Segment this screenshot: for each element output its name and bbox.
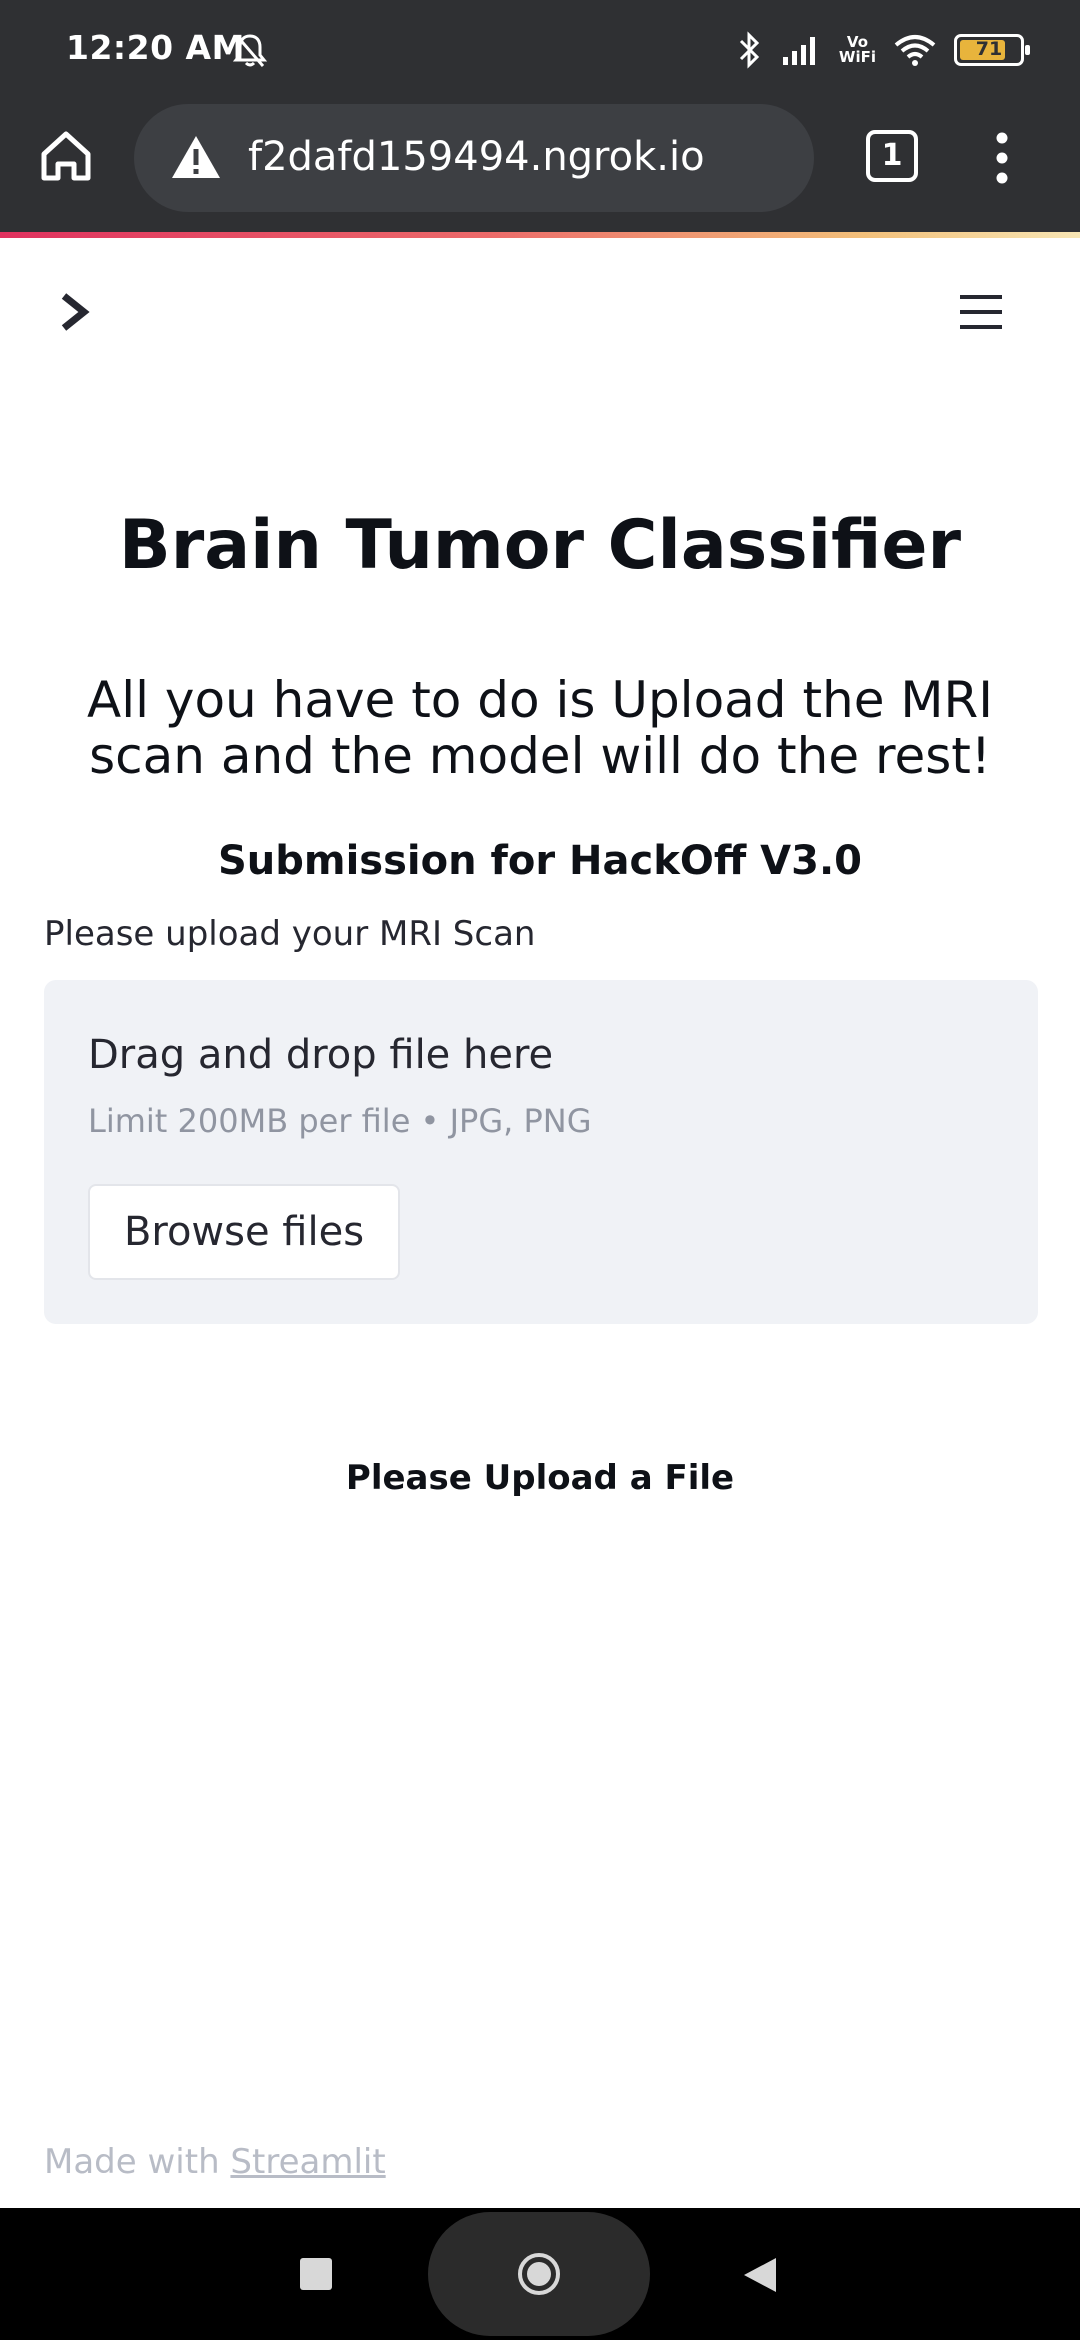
submission-heading: Submission for HackOff V3.0 [218,838,862,884]
nav-home-button[interactable] [428,2212,650,2336]
back-icon[interactable] [742,2256,778,2294]
signal-icon [782,37,815,65]
vowifi-icon: Vo WiFi [839,35,876,65]
vowifi-label-bottom: WiFi [838,48,876,66]
url-bar[interactable]: f2dafd159494.ngrok.io [134,104,814,212]
chevron-right-icon[interactable] [56,290,96,334]
status-icons: Vo WiFi 71 [737,28,1030,72]
page-subtitle: All you have to do is Upload the MRI sca… [86,671,994,785]
dropzone-limit: Limit 200MB per file • JPG, PNG [88,1102,592,1140]
status-time: 12:20 AM [66,28,245,67]
page-load-accent-line [0,232,1080,238]
hamburger-menu-icon[interactable] [958,292,1004,332]
footer: Made with Streamlit [44,2142,386,2182]
upload-label: Please upload your MRI Scan [44,914,536,954]
more-vert-icon[interactable] [988,128,1016,188]
recent-apps-icon[interactable] [300,2258,332,2290]
file-dropzone[interactable]: Drag and drop file here Limit 200MB per … [44,980,1038,1324]
warning-icon[interactable] [170,134,222,180]
status-message: Please Upload a File [345,1458,735,1498]
page-title: Brain Tumor Classifier [118,506,962,585]
home-icon[interactable] [34,124,98,188]
nav-home-icon [518,2253,560,2295]
battery-icon: 71 [954,34,1030,66]
streamlit-link[interactable]: Streamlit [230,2142,385,2182]
bell-off-icon [232,34,268,67]
dropzone-title: Drag and drop file here [88,1032,554,1078]
bluetooth-icon [739,31,760,69]
url-text: f2dafd159494.ngrok.io [248,134,705,180]
footer-prefix: Made with [44,2142,231,2182]
browse-files-button[interactable]: Browse files [88,1184,400,1280]
tabs-icon[interactable]: 1 [866,130,918,182]
status-bar: 12:20 AM Vo WiFi 71 [0,0,1080,98]
wifi-icon [894,35,936,66]
browser-toolbar: f2dafd159494.ngrok.io 1 [0,98,1080,232]
system-nav-bar [0,2208,1080,2340]
battery-level: 71 [975,38,1003,60]
